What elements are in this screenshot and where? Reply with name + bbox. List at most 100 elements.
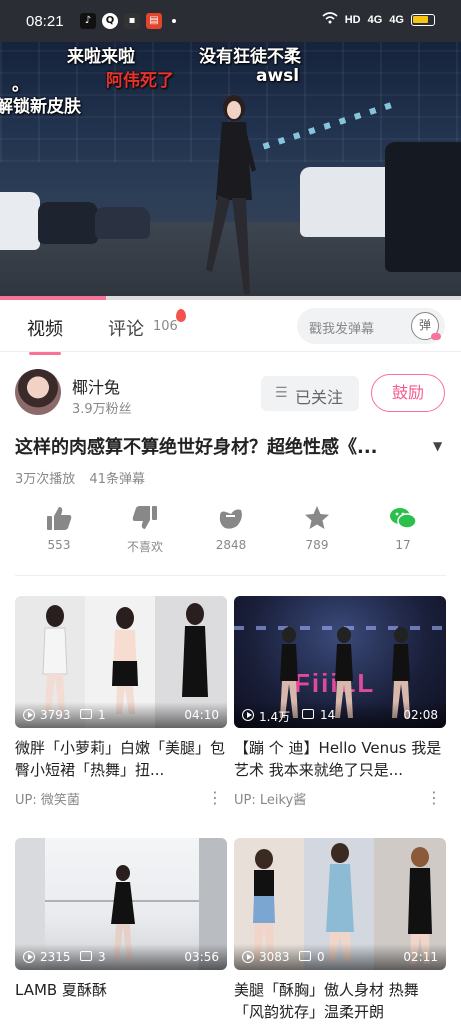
card-title: 微胖「小萝莉」白嫩「美腿」包臀小短裙「热舞」扭... (15, 739, 226, 779)
thumb-up-icon (47, 507, 72, 530)
video-thumbnail: FiiiLL 1.4万 14 02:08 (234, 596, 446, 728)
video-thumbnail: 3793 1 04:10 (15, 596, 227, 728)
danmaku-input[interactable]: 戳我发弹幕 弹 (297, 308, 445, 344)
tab-video[interactable]: 视频 (27, 315, 63, 355)
danmaku-count-icon (299, 951, 311, 961)
thumbnail-figure (112, 607, 138, 714)
danmaku-input-placeholder: 戳我发弹幕 (309, 322, 375, 337)
card-uploader: UP: 微笑菌 ⋮ (15, 788, 227, 808)
video-thumbnail: 3083 0 02:11 (234, 838, 446, 970)
video-duration: 03:56 (184, 950, 219, 964)
encourage-button[interactable]: 鼓励 (371, 374, 445, 412)
danmaku-count: 14 (320, 708, 336, 722)
card-uploader-name: UP: 微笑菌 (15, 793, 80, 808)
play-count: 3万次播放 (15, 472, 76, 487)
wifi-icon (322, 12, 338, 27)
recommended-video-card[interactable]: 2315 3 03:56 LAMB 夏酥酥 (15, 838, 227, 1023)
dislike-button[interactable]: 不喜欢 (115, 500, 175, 555)
card-uploader-name: UP: Leiky酱 (234, 793, 307, 808)
danmaku-count-icon (80, 709, 92, 719)
tiktok-icon: ♪ (80, 13, 96, 29)
like-button[interactable]: 553 (29, 500, 89, 552)
video-player[interactable]: 来啦来啦 没有狂徒不柔 阿伟死了 awsl 。 解锁新皮肤 (0, 42, 461, 300)
uploader-name[interactable]: 椰汁兔 (72, 374, 120, 398)
uploader-fans: 3.9万粉丝 (72, 402, 132, 417)
network-type: HD (344, 13, 361, 26)
danmaku-text: 阿伟死了 (106, 71, 174, 91)
more-options-icon[interactable]: ⋮ (207, 788, 223, 807)
danmaku-text: 来啦来啦 (67, 47, 135, 67)
favorite-count: 789 (305, 538, 329, 552)
play-count-icon (23, 951, 35, 963)
action-bar: 553 不喜欢 2848 789 17 (0, 500, 461, 562)
recommended-video-card[interactable]: FiiiLL 1.4万 14 02:08 【蹦 个 迪】Hello Venus … (234, 596, 446, 808)
play-count-icon (242, 951, 254, 963)
followed-button[interactable]: ☰ 已关注 (261, 376, 359, 411)
status-indicators: HD 4G 4G (322, 12, 435, 27)
dancer-figure (206, 95, 256, 295)
menu-lines-icon: ☰ (275, 385, 288, 401)
play-count-icon (23, 709, 35, 721)
car-left-far (95, 207, 150, 239)
uploader-avatar[interactable] (15, 369, 61, 415)
view-count: 2315 (40, 950, 71, 964)
car-left-dark (38, 202, 98, 244)
danmaku-count: 3 (98, 950, 106, 964)
app-notification-icon: ▪ (124, 13, 140, 29)
danmaku-text: 解锁新皮肤 (0, 97, 81, 117)
danmaku-count: 41条弹幕 (89, 472, 145, 487)
wechat-icon (390, 508, 417, 529)
like-count: 553 (47, 538, 71, 552)
status-bar: 08:21 ♪ Q ▪ ▤ HD 4G 4G (0, 0, 461, 42)
more-notifications-dot (172, 19, 176, 23)
view-count: 1.4万 (259, 710, 291, 724)
danmaku-count-icon (302, 709, 314, 719)
danmaku-toggle-button[interactable]: 弹 (411, 312, 441, 340)
car-left (0, 192, 40, 250)
detail-tabs: 视频 评论 106 戳我发弹幕 弹 (0, 300, 461, 355)
news-app-icon: ▤ (146, 13, 162, 29)
video-stats: 3万次播放 41条弹幕 (15, 468, 155, 487)
tab-comments[interactable]: 评论 (108, 315, 144, 341)
thumbnail-figure (182, 603, 208, 697)
card-uploader: UP: Leiky酱 ⋮ (234, 788, 446, 808)
thumbnail-figure (42, 605, 68, 712)
signal-icon-1: 4G (367, 13, 383, 26)
share-button[interactable]: 17 (373, 500, 433, 552)
danmaku-count: 1 (98, 708, 106, 722)
q-app-icon: Q (102, 13, 118, 29)
battery-icon (411, 13, 435, 26)
coin-button[interactable]: 2848 (201, 500, 261, 552)
card-title: 【蹦 个 迪】Hello Venus 我是艺术 我本来就绝了只是... (234, 739, 442, 779)
dislike-label: 不喜欢 (126, 540, 163, 554)
thumbnail-info: 3793 1 04:10 (15, 702, 227, 728)
video-thumbnail: 2315 3 03:56 (15, 838, 227, 970)
status-time: 08:21 (26, 13, 64, 30)
video-duration: 02:08 (403, 708, 438, 722)
thumbnail-info: 3083 0 02:11 (234, 944, 446, 970)
danmaku-count: 0 (317, 950, 325, 964)
danmaku-text: awsl (256, 66, 300, 86)
thumbnail-info: 2315 3 03:56 (15, 944, 227, 970)
play-count-icon (242, 709, 254, 721)
recommended-video-card[interactable]: 3793 1 04:10 微胖「小萝莉」白嫩「美腿」包臀小短裙「热舞」扭... … (15, 596, 227, 808)
thumbnail-info: 1.4万 14 02:08 (234, 702, 446, 728)
coin-count: 2848 (215, 538, 247, 552)
divider (15, 575, 446, 576)
view-count: 3083 (259, 950, 290, 964)
comment-count: 106 (153, 319, 178, 334)
hot-fire-icon (176, 309, 186, 322)
star-icon (305, 506, 329, 529)
thumb-down-icon (132, 506, 157, 529)
favorite-button[interactable]: 789 (287, 500, 347, 552)
danmaku-text: 没有狂徒不柔 (199, 47, 301, 67)
video-duration: 04:10 (184, 708, 219, 722)
more-options-icon[interactable]: ⋮ (426, 788, 442, 807)
view-count: 3793 (40, 708, 71, 722)
recommended-video-card[interactable]: 3083 0 02:11 美腿「酥胸」傲人身材 热舞「风韵犹存」温柔开朗 (234, 838, 446, 1023)
expand-description-icon[interactable]: ▼ (433, 439, 442, 453)
coin-icon (219, 509, 242, 529)
followed-label: 已关注 (295, 388, 344, 407)
card-title: 美腿「酥胸」傲人身材 热舞「风韵犹存」温柔开朗 (234, 981, 419, 1021)
share-count: 17 (395, 538, 411, 552)
